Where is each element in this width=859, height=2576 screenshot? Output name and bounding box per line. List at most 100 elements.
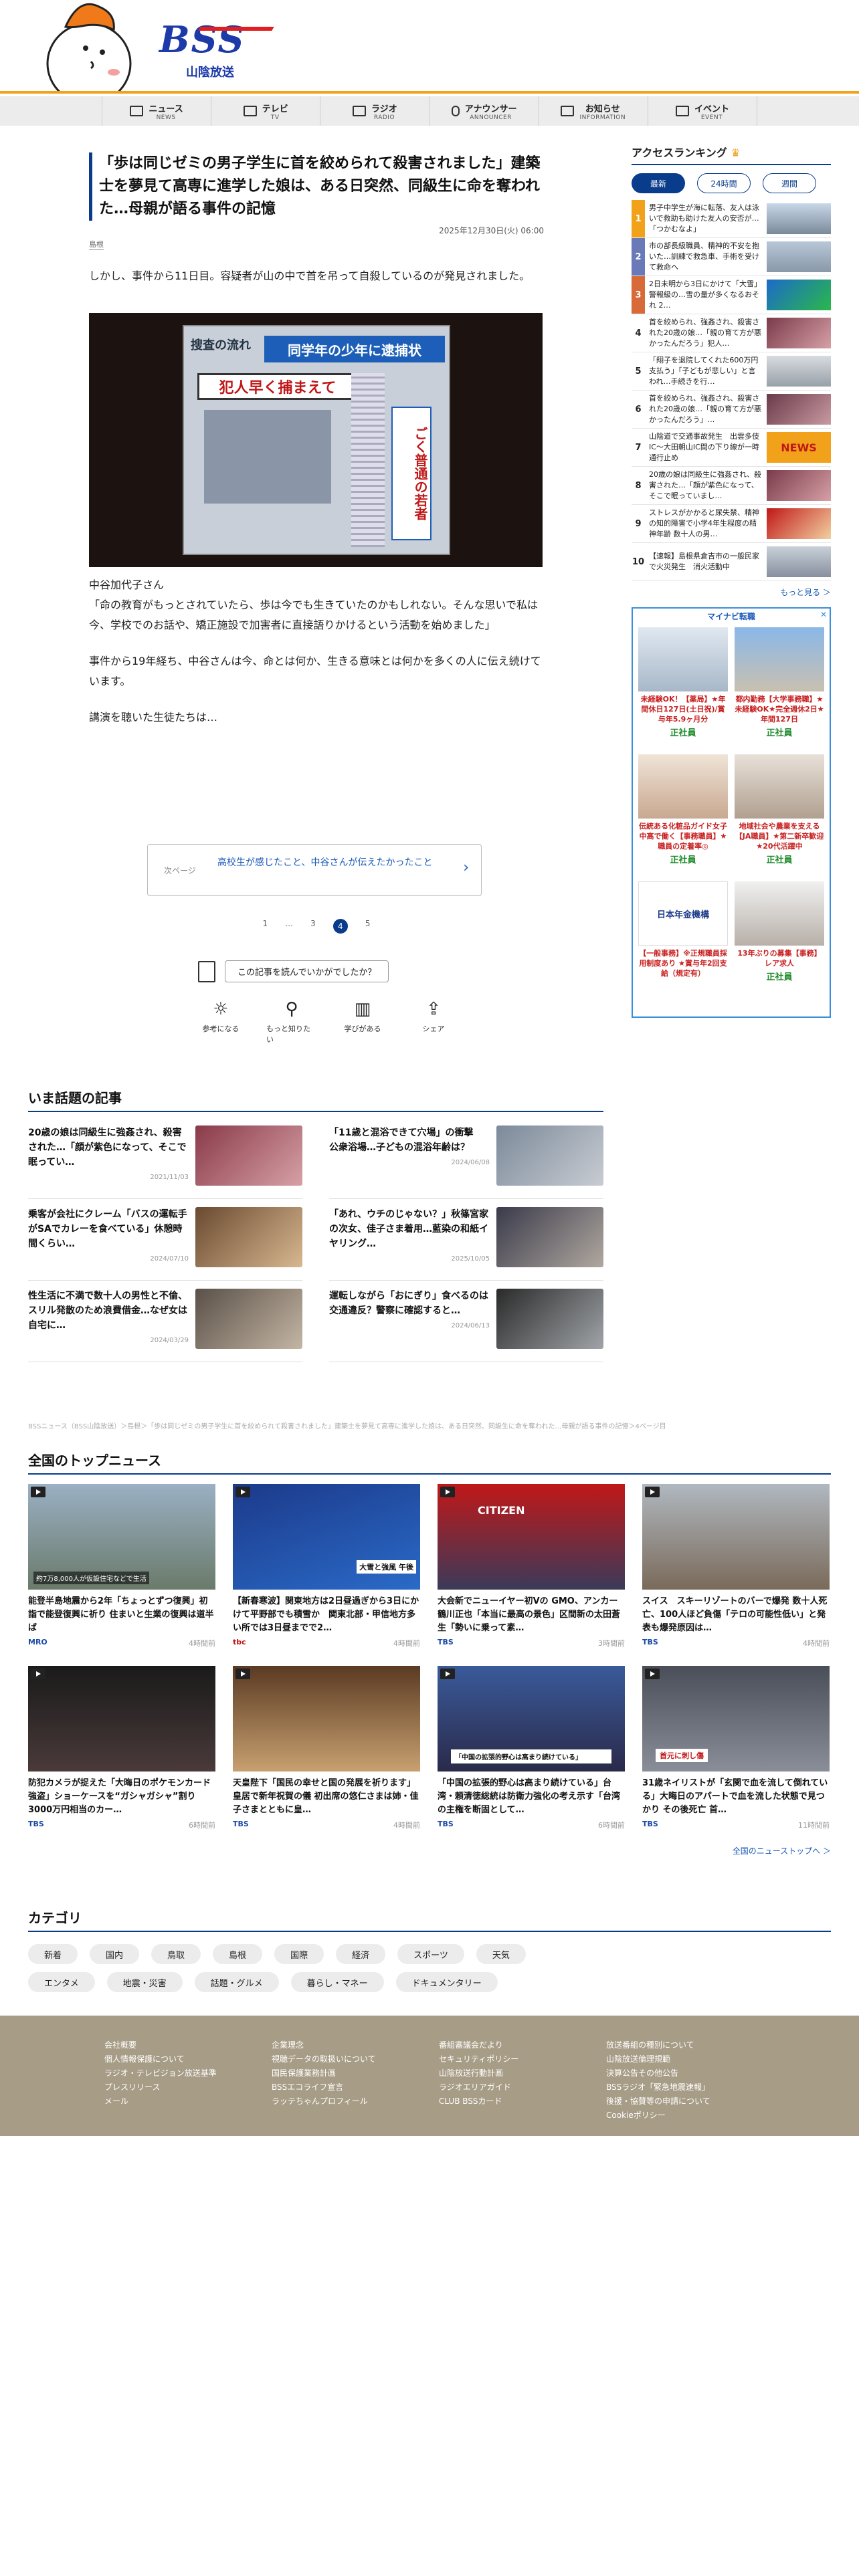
category-chip[interactable]: 新着 [28, 1944, 78, 1964]
ad-cell[interactable]: 13年ぶりの募集【事務】レア求人 正社員 [735, 881, 824, 1003]
trending-card[interactable]: 乗客が会社にクレーム「バスの運転手がSAでカレーを食べている」休憩時間くらい… 2… [28, 1199, 302, 1281]
category-chip[interactable]: 島根 [213, 1944, 263, 1964]
news-card[interactable]: 大雪と強風 午後 【新春寒波】関東地方は2日昼過ぎから3日にかけて平野部でも積雪か… [233, 1484, 420, 1648]
footer-link[interactable]: 番組審議会だより [439, 2038, 518, 2052]
bss-logo[interactable]: BSS 山陰放送 [159, 20, 274, 80]
news-source: tbc [233, 1638, 246, 1646]
category-chip[interactable]: 鳥取 [151, 1944, 201, 1964]
trending-card[interactable]: 運転しながら「おにぎり」食べるのは交通違反？警察に確認すると… 2024/06/1… [329, 1281, 603, 1362]
trending-card[interactable]: 性生活に不満で数十人の男性と不倫、スリル発散のため浪費借金…なぜ女は自宅に… 20… [28, 1281, 302, 1362]
article-region-tag[interactable]: 島根 [89, 239, 104, 250]
photo-caption: 中谷加代子さん [89, 578, 165, 591]
job-ad-banner[interactable]: マイナビ転職 ✕ 未経験OK！【薬局】★年間休日127日(土日祝)/賞与年5.9… [632, 607, 831, 1018]
feedback-more-button[interactable]: ⚲ もっと知りたい [266, 999, 317, 1045]
category-chip[interactable]: 経済 [336, 1944, 386, 1964]
ranking-item[interactable]: 2 市の部長級職員、精神的不安を抱いた…訓練で救急車、手術を受けて救命へ [632, 238, 831, 276]
ranking-item[interactable]: 6 首を絞められ、強姦され、殺害された20歳の娘…「親の育て方が悪かったんだろう」… [632, 391, 831, 429]
ad-cell[interactable]: 都内勤務【大学事務職】★未経験OK★完全週休2日★年間127日 正社員 [735, 627, 824, 749]
news-card[interactable]: 防犯カメラが捉えた「大晦日のポケモンカード強盗」ショーケースを“ガシャガシャ”割… [28, 1666, 215, 1830]
footer-link[interactable]: 視聴データの取扱いについて [272, 2052, 376, 2066]
ad-cell[interactable]: 伝統ある化粧品ガイド女子中高で働く【事務職員】★職員の定着率◎ 正社員 [638, 754, 728, 876]
ranking-item[interactable]: 10 【速報】島根県倉吉市の一般民家で火災発生 消火活動中 [632, 543, 831, 581]
nav-event[interactable]: イベント EVENT [648, 96, 758, 126]
page-link[interactable]: 5 [365, 919, 371, 934]
breadcrumb[interactable]: BSSニュース（BSS山陰放送）＞島根＞「歩は同じゼミの男子学生に首を絞められて… [28, 1420, 831, 1430]
ranking-item[interactable]: 5 「翔子を退院してくれた600万円支払う」「子どもが悲しい」と言われ…手続きを行… [632, 352, 831, 391]
footer-link[interactable]: Cookieポリシー [606, 2109, 710, 2123]
tab-weekly[interactable]: 週間 [763, 173, 816, 193]
rank-title: 20歳の娘は同級生に強姦され、殺害された…「顔が紫色になって、そこで眠っていまし… [649, 470, 762, 500]
ranking-item[interactable]: 8 20歳の娘は同級生に強姦され、殺害された…「顔が紫色になって、そこで眠っていま… [632, 467, 831, 505]
ad-image [735, 627, 824, 691]
footer-link[interactable]: 山陰放送倫理規範 [606, 2052, 710, 2066]
nav-label: お知らせ [585, 104, 620, 114]
poster-side-headline: ごく普通の若者 [391, 407, 432, 540]
footer-link[interactable]: 決算公告その他公告 [606, 2066, 710, 2080]
category-chip[interactable]: エンタメ [28, 1972, 95, 1992]
footer-link[interactable]: ラジオエリアガイド [439, 2080, 518, 2095]
share-button[interactable]: ⇪ シェア [408, 999, 459, 1045]
nav-information[interactable]: お知らせ INFORMATION [539, 96, 648, 126]
category-chip[interactable]: スポーツ [397, 1944, 464, 1964]
ad-cell[interactable]: 地域社会や農業を支える【JA職員】★第二新卒歓迎★20代活躍中 正社員 [735, 754, 824, 876]
footer-link[interactable]: 企業理念 [272, 2038, 376, 2052]
footer-link[interactable]: BSSエコライフ宣言 [272, 2080, 376, 2095]
category-chip[interactable]: 話題・グルメ [194, 1972, 279, 1992]
poster-text-lines [351, 373, 385, 547]
category-chip[interactable]: 国際 [274, 1944, 324, 1964]
news-card[interactable]: 天皇陛下「国民の幸せと国の発展を祈ります」皇居で新年祝賀の儀 初出席の悠仁さまは… [233, 1666, 420, 1830]
page-link[interactable]: 1 [263, 919, 268, 934]
feedback-helpful-button[interactable]: ☼ 参考になる [195, 999, 246, 1045]
trending-heading: いま話題の記事 [28, 1087, 603, 1112]
ad-close-icon[interactable]: ✕ [820, 610, 827, 619]
footer-link[interactable]: プレスリリース [104, 2080, 217, 2095]
trending-card[interactable]: 「あれ、ウチのじゃない？」秋篠宮家の次女、佳子さま着用…藍染の和紙イヤリング… 2… [329, 1199, 603, 1281]
ad-cell[interactable]: 未経験OK！【薬局】★年間休日127日(土日祝)/賞与年5.9ヶ月分 正社員 [638, 627, 728, 749]
ranking-item[interactable]: 3 2日未明から3日にかけて「大雪」警報級の…雪の量が多くなるおそれ 2… [632, 276, 831, 314]
nav-label: テレビ [262, 104, 288, 114]
news-card[interactable]: 首元に刺し傷 31歳ネイリストが「玄関で血を流して倒れている」大晦日のアパートで血… [642, 1666, 830, 1830]
footer-link[interactable]: 後援・協賛等の申請について [606, 2095, 710, 2109]
ranking-item[interactable]: 4 首を絞められ、強姦され、殺害された20歳の娘…「親の育て方が悪かったんだろう」… [632, 314, 831, 352]
news-card[interactable]: 約7万8,000人が仮設住宅などで生活 能登半島地震から2年「ちょっとずつ復興」初… [28, 1484, 215, 1648]
ranking-item[interactable]: 1 男子中学生が海に転落、友人は泳いで救助も助けた友人の安否が…「つかむなよ」 [632, 200, 831, 238]
category-chip[interactable]: 天気 [476, 1944, 526, 1964]
category-chip[interactable]: 国内 [90, 1944, 140, 1964]
ranking-item[interactable]: 9 ストレスがかかると尿失禁、精神の知的障害で小学4年生程度の精神年齢 数十人の男… [632, 505, 831, 543]
news-card[interactable]: スイス スキーリゾートのバーで爆発 数十人死亡、100人ほど負傷「テロの可能性低… [642, 1484, 830, 1648]
page-link[interactable]: 3 [310, 919, 316, 934]
top-news-more-link[interactable]: 全国のニューストップへ ＞ [28, 1845, 831, 1856]
nav-announcer[interactable]: アナウンサー ANNOUNCER [430, 96, 539, 126]
footer-link[interactable]: ラッテちゃんプロフィール [272, 2095, 376, 2109]
footer-link[interactable]: セキュリティポリシー [439, 2052, 518, 2066]
footer-link[interactable]: CLUB BSSカード [439, 2095, 518, 2109]
nav-tv[interactable]: テレビ TV [211, 96, 321, 126]
news-card[interactable]: 「中国の拡張的野心は高まり続けている」 「中国の拡張的野心は高まり続けている」台湾… [438, 1666, 625, 1830]
tab-latest[interactable]: 最新 [632, 173, 685, 193]
trending-card[interactable]: 「11歳と混浴できて穴場」の衝撃 公衆浴場…子どもの混浴年齢は？ 2024/06/… [329, 1117, 603, 1199]
footer-link[interactable]: メール [104, 2095, 217, 2109]
news-thumb: CITIZEN [438, 1484, 625, 1590]
feedback-learn-button[interactable]: ▥ 学びがある [337, 999, 388, 1045]
news-card[interactable]: CITIZEN 大会新でニューイヤー初Vの GMO、アンカー鶴川正也「本当に最高の… [438, 1484, 625, 1648]
tab-24h[interactable]: 24時間 [697, 173, 751, 193]
category-chip[interactable]: 地震・災害 [106, 1972, 183, 1992]
footer-link[interactable]: 個人情報保護について [104, 2052, 217, 2066]
ranking-more-link[interactable]: もっと見る ＞ [632, 586, 831, 598]
footer-link[interactable]: BSSラジオ「緊急地震速報」 [606, 2080, 710, 2095]
nav-news[interactable]: ニュース NEWS [102, 96, 212, 126]
footer-link[interactable]: 会社概要 [104, 2038, 217, 2052]
next-page-link[interactable]: 次ページ 高校生が感じたこと、中谷さんが伝えたかったこと › [147, 844, 482, 896]
footer-link[interactable]: 山陰放送行動計画 [439, 2066, 518, 2080]
trending-card[interactable]: 20歳の娘は同級生に強姦され、殺害された…「顔が紫色になって、そこで眠ってい… 2… [28, 1117, 302, 1199]
category-chip[interactable]: 暮らし・マネー [290, 1972, 384, 1992]
rank-number: 2 [632, 238, 645, 276]
category-chip[interactable]: ドキュメンタリー [395, 1972, 498, 1992]
footer-link[interactable]: 放送番組の種別について [606, 2038, 710, 2052]
footer-link[interactable]: ラジオ・テレビジョン放送基準 [104, 2066, 217, 2080]
nav-radio[interactable]: ラジオ RADIO [320, 96, 430, 126]
footer-link[interactable]: 国民保護業務計画 [272, 2066, 376, 2080]
ranking-item[interactable]: 7 山陰道で交通事故発生 出雲多伎IC〜大田朝山IC間の下り線が一時通行止め NEW… [632, 429, 831, 467]
ad-cell[interactable]: 日本年金機構 【一般事務】※正規職員採用制度あり ★賞与年2回支給（規定有） [638, 881, 728, 1003]
mascot-logo[interactable] [39, 0, 139, 91]
